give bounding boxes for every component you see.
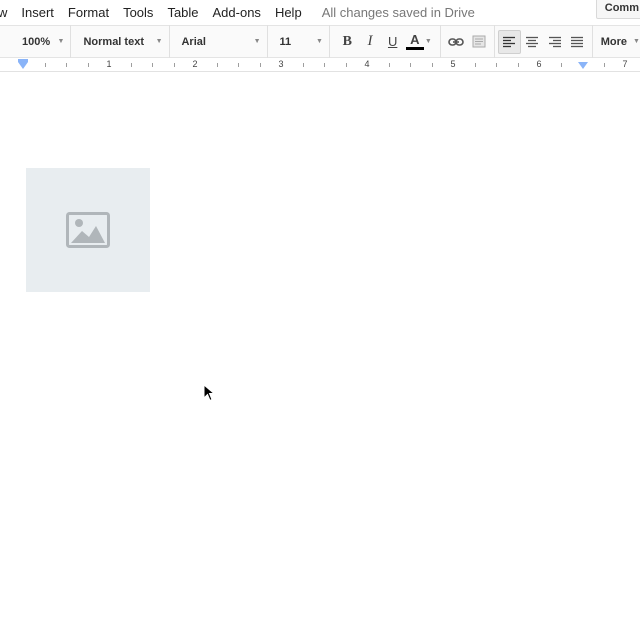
toolbar-divider: [328, 25, 330, 58]
font-size-dropdown[interactable]: 11 ▼: [268, 25, 329, 58]
ruler-tick: [152, 63, 153, 67]
ruler-tick: [561, 63, 562, 67]
underline-button[interactable]: U: [381, 30, 404, 54]
toolbar: 100% ▼ Normal text ▼ Arial ▼ 11 ▼ B I U …: [0, 25, 640, 58]
ruler-number: 4: [364, 59, 370, 69]
ruler-tick: [66, 63, 67, 67]
ruler-tick: [432, 63, 433, 67]
save-status[interactable]: All changes saved in Drive: [322, 5, 475, 20]
chevron-down-icon: ▼: [253, 38, 261, 45]
ruler-tick: [496, 63, 497, 67]
align-justify-icon: [571, 36, 584, 47]
comment-icon: [472, 35, 486, 47]
menu-view[interactable]: w: [0, 5, 7, 20]
style-value: Normal text: [83, 35, 144, 48]
document-page[interactable]: [0, 79, 640, 620]
insert-comment-button[interactable]: [467, 30, 490, 54]
bold-button[interactable]: B: [336, 30, 359, 54]
align-right-icon: [548, 36, 561, 47]
font-value: Arial: [181, 35, 206, 48]
ruler-tick: [303, 63, 304, 67]
menu-format[interactable]: Format: [68, 5, 109, 20]
style-dropdown[interactable]: Normal text ▼: [71, 25, 168, 58]
align-justify-button[interactable]: [566, 30, 589, 54]
ruler-tick: [260, 63, 261, 67]
align-left-button[interactable]: [497, 29, 521, 54]
ruler-tick: [410, 63, 411, 67]
image-placeholder-icon: [66, 212, 110, 248]
text-color-icon: A: [405, 32, 424, 50]
menu-table[interactable]: Table: [167, 5, 198, 20]
text-color-swatch: [405, 47, 424, 50]
ruler-tick: [475, 63, 476, 67]
ruler-tick: [518, 63, 519, 67]
text-color-button[interactable]: A ▼: [404, 30, 434, 54]
ruler-tick: [88, 63, 89, 67]
chevron-down-icon: ▼: [155, 38, 163, 45]
menu-help[interactable]: Help: [275, 5, 302, 20]
ruler-tick: [389, 63, 390, 67]
more-button[interactable]: More ▼: [593, 25, 640, 58]
align-left-icon: [503, 36, 516, 47]
toolbar-divider: [439, 25, 441, 58]
ruler-number: 7: [622, 59, 628, 69]
ruler-tick: [324, 63, 325, 67]
align-center-button[interactable]: [521, 30, 544, 54]
ruler-tick: [131, 63, 132, 67]
right-indent-marker[interactable]: [578, 62, 588, 69]
menu-tools[interactable]: Tools: [123, 5, 153, 20]
font-dropdown[interactable]: Arial ▼: [169, 25, 266, 58]
mouse-pointer-icon: [203, 384, 215, 402]
chevron-down-icon: ▼: [633, 38, 640, 45]
chevron-down-icon: ▼: [424, 38, 432, 45]
font-size-value: 11: [279, 35, 292, 48]
link-icon: [448, 37, 464, 46]
ruler-tick: [217, 63, 218, 67]
ruler-tick: [238, 63, 239, 67]
ruler-number: 1: [106, 59, 112, 69]
align-right-button[interactable]: [543, 30, 566, 54]
ruler: 1 2 3 4 5 6 7: [0, 58, 640, 72]
insert-link-button[interactable]: [445, 30, 468, 54]
ruler-number: 6: [536, 59, 542, 69]
ruler-tick: [604, 63, 605, 67]
menu-bar: w Insert Format Tools Table Add-ons Help…: [0, 0, 640, 24]
text-color-letter: A: [410, 32, 420, 47]
more-label: More: [600, 35, 628, 48]
chevron-down-icon: ▼: [316, 38, 323, 45]
ruler-tick: [45, 63, 46, 67]
zoom-value: 100%: [22, 35, 51, 48]
ruler-number: 3: [278, 59, 284, 69]
ruler-number: 5: [450, 59, 456, 69]
toolbar-divider: [493, 25, 495, 58]
ruler-tick: [346, 63, 347, 67]
zoom-dropdown[interactable]: 100% ▼: [0, 25, 70, 58]
ruler-tick: [174, 63, 175, 67]
left-indent-marker[interactable]: [18, 62, 28, 69]
image-placeholder[interactable]: [26, 168, 150, 292]
menu-addons[interactable]: Add-ons: [213, 5, 261, 20]
ruler-number: 2: [192, 59, 198, 69]
align-center-icon: [525, 36, 538, 47]
chevron-down-icon: ▼: [57, 38, 65, 45]
comments-button[interactable]: Comm: [595, 0, 640, 19]
italic-button[interactable]: I: [359, 30, 382, 54]
menu-insert[interactable]: Insert: [21, 5, 54, 20]
